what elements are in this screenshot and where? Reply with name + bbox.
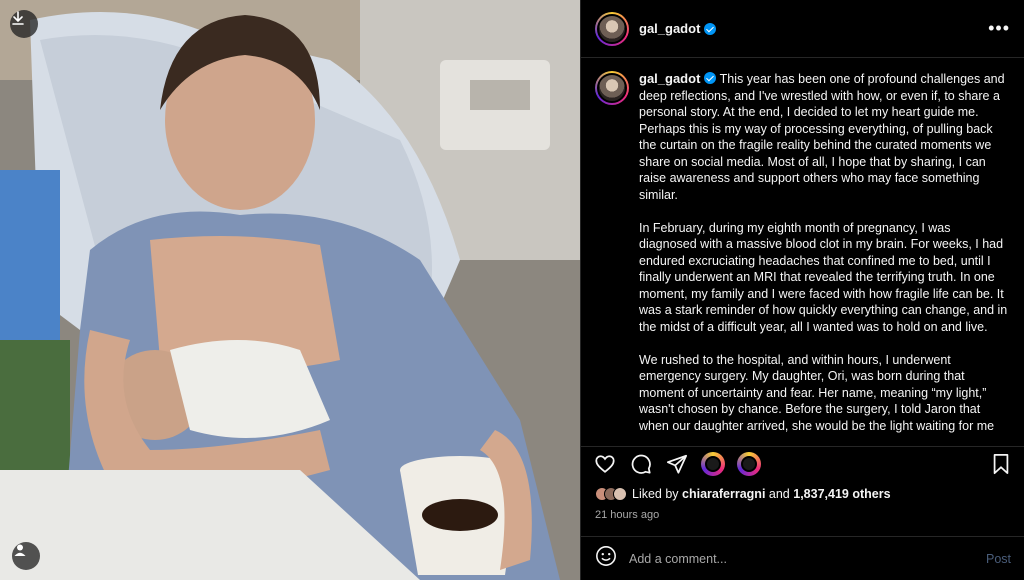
more-options-icon[interactable]: ••• — [988, 18, 1010, 39]
verified-badge-icon — [704, 22, 717, 35]
liked-by-user[interactable]: chiaraferragni — [682, 487, 765, 501]
save-button[interactable] — [989, 452, 1013, 476]
liked-by-prefix: Liked by — [632, 487, 679, 501]
likes-row: Liked by chiaraferragni and 1,837,419 ot… — [595, 487, 891, 501]
share-button[interactable] — [665, 452, 689, 476]
bookmark-icon — [993, 453, 1009, 474]
caption-author-avatar[interactable] — [595, 71, 629, 105]
heart-icon — [595, 454, 615, 473]
user-tag-icon — [14, 544, 26, 556]
post-header: gal_gadot ••• — [581, 0, 1024, 58]
emoji-icon — [596, 546, 616, 566]
tagged-users-button[interactable] — [12, 542, 40, 570]
author-avatar[interactable] — [595, 11, 629, 46]
post-comment-button[interactable]: Post — [986, 552, 1011, 566]
post-timestamp[interactable]: 21 hours ago — [595, 509, 659, 521]
post-photo[interactable] — [0, 0, 580, 580]
liker-avatar[interactable] — [613, 487, 627, 501]
emoji-button[interactable] — [595, 545, 617, 572]
photo-action-button[interactable] — [10, 10, 38, 38]
photo-illustration — [0, 0, 580, 580]
caption-paragraph-2: In February, during my eighth month of p… — [639, 220, 1008, 334]
story-ring-button-2[interactable] — [737, 451, 761, 476]
caption-verified-badge-icon — [704, 72, 717, 84]
author-username[interactable]: gal_gadot — [639, 21, 700, 36]
likes-text: Liked by chiaraferragni and 1,837,419 ot… — [632, 487, 891, 501]
share-icon — [666, 454, 688, 474]
comment-input[interactable] — [629, 551, 949, 566]
comment-button[interactable] — [629, 452, 653, 476]
caption-author-username[interactable]: gal_gadot — [639, 71, 700, 86]
likes-count[interactable]: 1,837,419 others — [793, 487, 890, 501]
caption-paragraph-1: This year has been one of profound chall… — [639, 72, 1005, 202]
post-side-panel: gal_gadot ••• gal_gadot This year has be… — [580, 0, 1024, 580]
caption-paragraph-3: We rushed to the hospital, and within ho… — [639, 352, 995, 433]
caption-text: gal_gadot This year has been one of prof… — [639, 71, 1009, 439]
story-ring-button-1[interactable] — [701, 451, 725, 476]
caption-area: gal_gadot This year has been one of prof… — [581, 59, 1024, 439]
like-button[interactable] — [593, 452, 617, 476]
comment-bar: Post — [581, 536, 1024, 580]
liked-by-and: and — [768, 487, 790, 501]
comment-icon — [631, 454, 651, 474]
post-actions — [581, 446, 1024, 480]
download-icon — [12, 11, 24, 25]
